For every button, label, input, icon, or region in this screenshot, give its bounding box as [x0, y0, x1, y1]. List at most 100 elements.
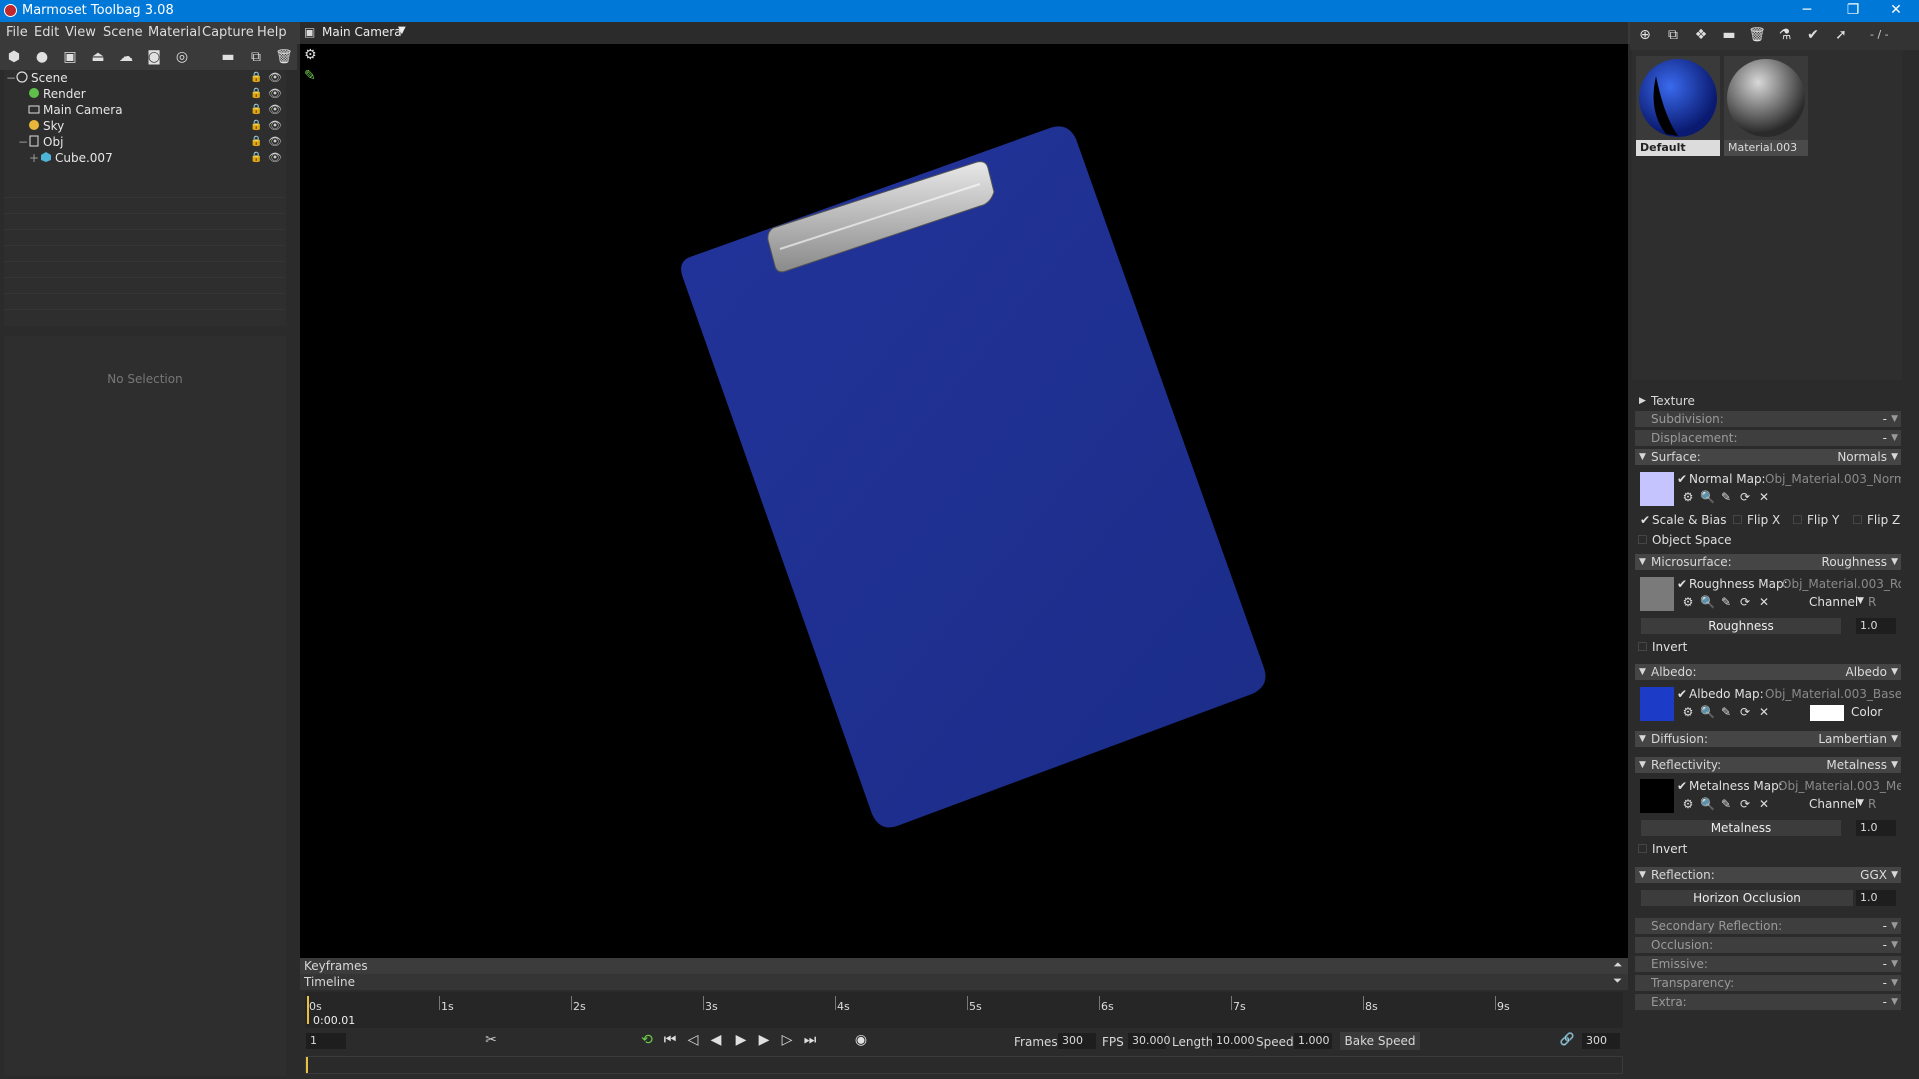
material-export-icon[interactable]: ➚	[1832, 26, 1850, 44]
properties-scrollbar[interactable]	[286, 336, 296, 1076]
material-name[interactable]: Material.003	[1724, 140, 1808, 156]
section-surface[interactable]: ▼ Surface: Normals ▼	[1635, 449, 1901, 465]
tree-item-main-camera[interactable]: Main Camera 🔒 👁	[4, 102, 286, 118]
add-mesh-icon[interactable]: ⬢	[5, 48, 23, 66]
duplicate-material-icon[interactable]: ⧉	[1664, 26, 1682, 44]
end-frame-input[interactable]: 300	[1582, 1033, 1620, 1049]
fps-input[interactable]: 30.000	[1128, 1033, 1171, 1049]
current-frame-input[interactable]: 1	[306, 1033, 346, 1049]
menu-edit[interactable]: Edit	[34, 25, 59, 40]
roughness-map-thumbnail[interactable]	[1640, 577, 1674, 611]
collapse-up-icon[interactable]: ⏶	[1613, 958, 1622, 972]
menu-scene[interactable]: Scene	[103, 25, 143, 40]
section-texture[interactable]: ▶ Texture	[1635, 393, 1901, 409]
lock-icon[interactable]: 🔒	[250, 120, 262, 131]
eye-icon[interactable]: 👁	[268, 87, 282, 100]
expand-icon[interactable]: +	[29, 151, 39, 165]
metalness-map-file[interactable]: Obj_Material.003_Metall	[1778, 779, 1901, 793]
skip-start-icon[interactable]: ⏮	[661, 1032, 679, 1048]
normal-map-file[interactable]: Obj_Material.003_Normal.p	[1765, 472, 1901, 486]
albedo-map-file[interactable]: Obj_Material.003_BaseColo	[1765, 687, 1901, 701]
settings-gear-icon[interactable]: ⚙	[1681, 705, 1695, 719]
settings-gear-icon[interactable]: ⚙	[1681, 595, 1695, 609]
roughness-slider[interactable]: Roughness	[1641, 618, 1841, 634]
edit-pencil-icon[interactable]: ✎	[1719, 705, 1733, 719]
collapse-icon[interactable]: −	[18, 135, 28, 149]
timeline-header[interactable]: Timeline ⏷	[300, 974, 1628, 990]
checkmark-icon[interactable]: ✔	[1677, 472, 1687, 486]
reload-icon[interactable]: ⟳	[1738, 490, 1752, 504]
timeline-ruler[interactable]: 0s 1s 2s 3s 4s 5s 6s 7s 8s 9s 0:00.01	[305, 992, 1623, 1028]
channel-dropdown[interactable]: Channel	[1809, 595, 1858, 609]
search-icon[interactable]: 🔍	[1700, 705, 1715, 719]
edit-pencil-icon[interactable]: ✎	[1719, 797, 1733, 811]
albedo-map-thumbnail[interactable]	[1640, 687, 1674, 721]
section-albedo[interactable]: ▼ Albedo: Albedo ▼	[1635, 664, 1901, 680]
channel-dropdown[interactable]: Channel	[1809, 797, 1858, 811]
loop-icon[interactable]: ⟲	[638, 1032, 656, 1048]
skip-end-icon[interactable]: ⏭	[801, 1032, 819, 1048]
material-library-scrollbar[interactable]	[1905, 50, 1915, 380]
speed-input[interactable]: 1.000	[1294, 1033, 1332, 1049]
minimize-button[interactable]: ─	[1784, 0, 1830, 22]
section-secondary-reflection[interactable]: Secondary Reflection: - ▼	[1635, 918, 1901, 934]
section-displacement[interactable]: Displacement: - ▼	[1635, 430, 1901, 446]
lock-icon[interactable]: 🔒	[250, 104, 262, 115]
normal-map-thumbnail[interactable]	[1640, 472, 1674, 506]
menu-capture[interactable]: Capture	[202, 25, 254, 40]
flip-z-checkbox[interactable]: ☐	[1852, 513, 1863, 527]
settings-gear-icon[interactable]: ⚙	[1681, 490, 1695, 504]
section-reflectivity[interactable]: ▼ Reflectivity: Metalness ▼	[1635, 757, 1901, 773]
camera-selector[interactable]: Main Camera	[322, 25, 402, 39]
lock-icon[interactable]: 🔒	[250, 136, 262, 147]
material-name[interactable]: Default	[1636, 140, 1720, 156]
timeline-options-icon[interactable]: ◉	[852, 1032, 870, 1048]
invert-checkbox[interactable]: ☐	[1637, 842, 1648, 856]
material-folder-icon[interactable]: ▬	[1720, 26, 1738, 44]
collapse-icon[interactable]: −	[6, 71, 16, 85]
invert-checkbox[interactable]: ☐	[1637, 640, 1648, 654]
scissors-icon[interactable]: ✂	[482, 1032, 500, 1048]
section-extra[interactable]: Extra: - ▼	[1635, 994, 1901, 1010]
eye-icon[interactable]: 👁	[268, 71, 282, 84]
timeline-scrub-bar[interactable]	[305, 1056, 1623, 1074]
add-group-icon[interactable]: ◙	[145, 48, 163, 66]
add-camera-icon[interactable]: ▣	[61, 48, 79, 66]
bake-speed-button[interactable]: Bake Speed	[1340, 1032, 1420, 1050]
menu-help[interactable]: Help	[257, 25, 287, 40]
add-turntable-icon[interactable]: ◎	[173, 48, 191, 66]
material-picker-icon[interactable]: ⚗	[1776, 26, 1794, 44]
frames-input[interactable]: 300	[1058, 1033, 1096, 1049]
section-diffusion[interactable]: ▼ Diffusion: Lambertian ▼	[1635, 731, 1901, 747]
edit-pencil-icon[interactable]: ✎	[1719, 595, 1733, 609]
eye-icon[interactable]: 👁	[268, 151, 282, 164]
tree-item-sky[interactable]: Sky 🔒 👁	[4, 118, 286, 134]
clear-icon[interactable]: ✕	[1757, 595, 1771, 609]
material-grid-icon[interactable]: ❖	[1692, 26, 1710, 44]
collapse-down-icon[interactable]: ⏷	[1613, 974, 1622, 988]
scale-bias-checkbox[interactable]: ✔	[1640, 513, 1650, 527]
checkmark-icon[interactable]: ✔	[1677, 687, 1687, 701]
keyframes-header[interactable]: Keyframes ⏶	[300, 958, 1628, 974]
section-subdivision[interactable]: Subdivision: - ▼	[1635, 411, 1901, 427]
close-button[interactable]: ✕	[1873, 0, 1919, 22]
checkmark-icon[interactable]: ✔	[1677, 779, 1687, 793]
material-editor-scrollbar[interactable]	[1905, 390, 1915, 1076]
next-key-icon[interactable]: ▷	[778, 1032, 796, 1048]
delete-icon[interactable]: 🗑	[275, 48, 293, 66]
prev-frame-icon[interactable]: ◀	[707, 1032, 725, 1048]
material-apply-icon[interactable]: ✔	[1804, 26, 1822, 44]
eye-icon[interactable]: 👁	[268, 103, 282, 116]
metalness-slider[interactable]: Metalness	[1641, 820, 1841, 836]
eye-icon[interactable]: 👁	[268, 135, 282, 148]
flip-x-checkbox[interactable]: ☐	[1732, 513, 1743, 527]
color-swatch[interactable]	[1810, 705, 1844, 721]
chevron-down-icon[interactable]: ▼	[398, 25, 406, 36]
prev-key-icon[interactable]: ◁	[684, 1032, 702, 1048]
maximize-button[interactable]: ❐	[1830, 0, 1876, 22]
menu-material[interactable]: Material	[148, 25, 201, 40]
clear-icon[interactable]: ✕	[1757, 797, 1771, 811]
tree-item-cube[interactable]: + Cube.007 🔒 👁	[4, 150, 286, 166]
scene-tree-scrollbar[interactable]	[286, 70, 296, 326]
add-shadow-catcher-icon[interactable]: ⏏	[89, 48, 107, 66]
